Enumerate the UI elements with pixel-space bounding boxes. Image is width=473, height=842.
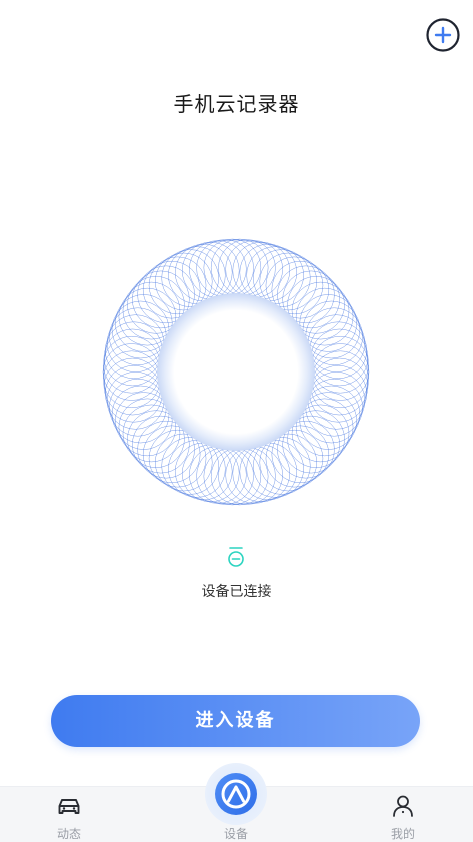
tab-mine[interactable]: 我的 [343,787,463,842]
add-device-button[interactable] [425,17,461,53]
page-title: 手机云记录器 [173,92,300,116]
enter-device-button[interactable]: 进入设备 [51,695,420,747]
tab-dynamic[interactable]: 动态 [9,787,129,842]
device-logo-icon [215,773,257,815]
device-status-text: 设备已连接 [201,584,272,600]
connection-ring-graphic [102,238,370,506]
device-center-button[interactable] [205,763,267,825]
device-home-screen: 手机云记录器 设备已连接 进入设备 动态 设备 我的 [0,0,473,842]
device-connected-icon [228,547,244,567]
person-icon [393,795,413,817]
plus-circle-icon [426,18,460,52]
car-icon [58,799,80,814]
tab-mine-label: 我的 [390,827,415,841]
tab-dynamic-label: 动态 [56,827,81,841]
tab-device-label: 设备 [223,827,248,841]
